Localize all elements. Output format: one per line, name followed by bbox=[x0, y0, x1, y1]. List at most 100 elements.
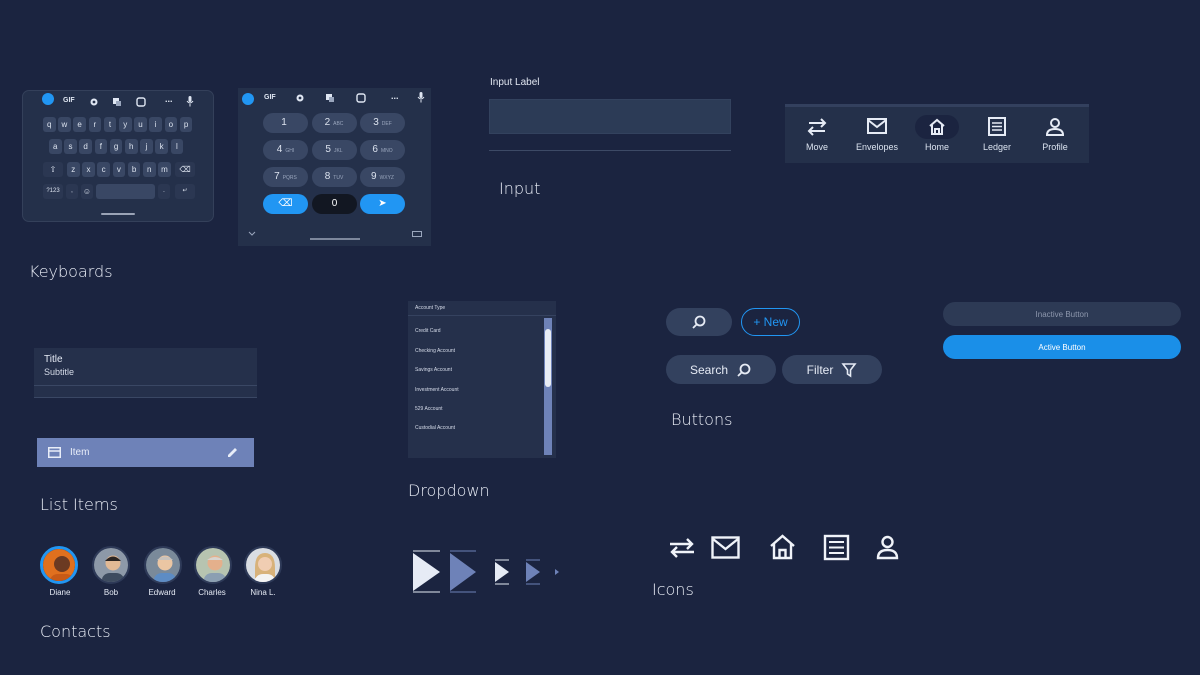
swap-arrows-icon bbox=[807, 118, 827, 136]
input-heading: Input bbox=[499, 179, 541, 198]
shift-key[interactable]: ⇧ bbox=[43, 162, 63, 177]
key-w[interactable]: w bbox=[58, 117, 71, 132]
avatar[interactable] bbox=[144, 546, 182, 584]
number-key-8[interactable]: 8 TUV bbox=[311, 167, 357, 187]
key-o[interactable]: o bbox=[164, 117, 178, 132]
key-t[interactable]: t bbox=[103, 117, 117, 132]
key-g[interactable]: g bbox=[109, 139, 123, 154]
key-u[interactable]: u bbox=[134, 117, 147, 132]
key-r[interactable]: r bbox=[88, 117, 102, 132]
enter-key[interactable]: ↵ bbox=[175, 184, 195, 199]
back-icon[interactable] bbox=[242, 93, 254, 105]
key-s[interactable]: s bbox=[64, 139, 77, 154]
send-key[interactable]: ➤ bbox=[360, 194, 405, 214]
number-key-9[interactable]: 9 WXYZ bbox=[360, 167, 405, 187]
key-v[interactable]: v bbox=[112, 162, 126, 177]
key-digit: 4 bbox=[276, 144, 283, 155]
key-d[interactable]: d bbox=[79, 139, 92, 154]
more-button[interactable]: ... bbox=[165, 94, 173, 104]
dropdown-option[interactable]: 529 Account bbox=[415, 406, 443, 412]
dropdown-option[interactable]: Savings Account bbox=[415, 367, 452, 373]
nav-item-profile[interactable]: Profile bbox=[1027, 113, 1083, 152]
dropdown-option[interactable]: Investment Account bbox=[415, 387, 459, 393]
nav-label: Ledger bbox=[982, 142, 1012, 152]
active-button[interactable]: Active Button bbox=[943, 335, 1181, 359]
key-h[interactable]: h bbox=[125, 139, 138, 154]
edit-icon[interactable] bbox=[226, 446, 239, 459]
translate-icon[interactable] bbox=[112, 97, 122, 107]
mic-icon[interactable] bbox=[417, 92, 425, 103]
key-letters: ABC bbox=[333, 121, 344, 127]
key-i[interactable]: i bbox=[149, 117, 162, 132]
text-input[interactable] bbox=[489, 99, 731, 134]
sticker-icon[interactable] bbox=[136, 97, 146, 107]
backspace-key[interactable]: ⌫ bbox=[175, 162, 195, 177]
number-key-7[interactable]: 7 PQRS bbox=[263, 167, 308, 187]
nav-item-ledger[interactable]: Ledger bbox=[969, 113, 1025, 152]
search-button-label: Search bbox=[689, 362, 729, 377]
new-button[interactable]: + New bbox=[741, 308, 800, 336]
number-key-5[interactable]: 5 JKL bbox=[311, 140, 357, 160]
search-icon bbox=[737, 363, 751, 377]
number-key-6[interactable]: 6 MNO bbox=[360, 140, 405, 160]
key-n[interactable]: n bbox=[143, 162, 156, 177]
emoji-icon[interactable]: ☺ bbox=[81, 184, 93, 199]
key-c[interactable]: c bbox=[97, 162, 110, 177]
nav-item-envelopes[interactable]: Envelopes bbox=[849, 113, 905, 152]
number-key-1[interactable]: 1 bbox=[263, 113, 308, 133]
key-y[interactable]: y bbox=[119, 117, 132, 132]
dropdown-option[interactable]: Checking Account bbox=[415, 348, 455, 354]
list-title: Title bbox=[44, 354, 63, 365]
key-p[interactable]: p bbox=[179, 117, 193, 132]
sticker-icon[interactable] bbox=[356, 93, 366, 103]
avatar[interactable] bbox=[194, 546, 232, 584]
key-x[interactable]: x bbox=[82, 162, 95, 177]
key-digit: 9 bbox=[370, 171, 377, 182]
avatar[interactable] bbox=[40, 546, 78, 584]
search-icon-button[interactable] bbox=[666, 308, 732, 336]
symbols-key[interactable]: ?123 bbox=[43, 184, 63, 199]
key-f[interactable]: f bbox=[94, 139, 108, 154]
space-key[interactable] bbox=[96, 184, 155, 199]
gear-icon[interactable] bbox=[295, 93, 305, 103]
dropdown-option[interactable]: Custodial Account bbox=[415, 425, 455, 431]
title-list-item[interactable]: Title Subtitle bbox=[34, 348, 257, 398]
more-button[interactable]: ... bbox=[391, 91, 399, 101]
number-key-2[interactable]: 2 ABC bbox=[311, 113, 357, 133]
key-e[interactable]: e bbox=[73, 117, 86, 132]
period-key[interactable]: . bbox=[158, 184, 170, 199]
dropdown-option[interactable]: Credit Card bbox=[415, 328, 441, 334]
gif-button[interactable]: GIF bbox=[264, 94, 276, 101]
avatar[interactable] bbox=[92, 546, 130, 584]
comma-key[interactable]: , bbox=[66, 184, 78, 199]
gear-icon[interactable] bbox=[89, 97, 99, 107]
key-b[interactable]: b bbox=[127, 162, 141, 177]
search-button[interactable]: Search bbox=[666, 355, 776, 384]
inactive-button[interactable]: Inactive Button bbox=[943, 302, 1181, 326]
account-type-dropdown[interactable]: Account Type Credit Card Checking Accoun… bbox=[408, 301, 556, 458]
key-q[interactable]: q bbox=[43, 117, 56, 132]
backspace-key[interactable]: ⌫ bbox=[263, 194, 308, 214]
key-j[interactable]: j bbox=[140, 139, 153, 154]
key-l[interactable]: l bbox=[170, 139, 184, 154]
key-digit: 7 bbox=[274, 171, 280, 182]
keyboard-icon[interactable] bbox=[412, 231, 422, 237]
translate-icon[interactable] bbox=[325, 93, 335, 103]
nav-item-move[interactable]: Move bbox=[789, 113, 845, 152]
number-key-0[interactable]: 0 bbox=[312, 194, 357, 214]
key-k[interactable]: k bbox=[155, 139, 168, 154]
avatar[interactable] bbox=[244, 546, 282, 584]
mic-icon[interactable] bbox=[186, 96, 194, 107]
number-key-4[interactable]: 4 GHI bbox=[263, 140, 308, 160]
filter-button[interactable]: Filter bbox=[782, 355, 882, 384]
number-key-3[interactable]: 3 DEF bbox=[360, 113, 405, 133]
chevron-down-icon[interactable] bbox=[248, 231, 256, 237]
key-z[interactable]: z bbox=[67, 162, 80, 177]
scrollbar-thumb[interactable] bbox=[545, 329, 551, 387]
key-m[interactable]: m bbox=[158, 162, 171, 177]
nav-item-home[interactable]: Home bbox=[909, 113, 965, 152]
list-subtitle: Subtitle bbox=[44, 367, 75, 377]
selected-list-item[interactable]: Item bbox=[37, 438, 254, 467]
gif-button[interactable]: GIF bbox=[63, 97, 75, 104]
key-a[interactable]: a bbox=[49, 139, 62, 154]
